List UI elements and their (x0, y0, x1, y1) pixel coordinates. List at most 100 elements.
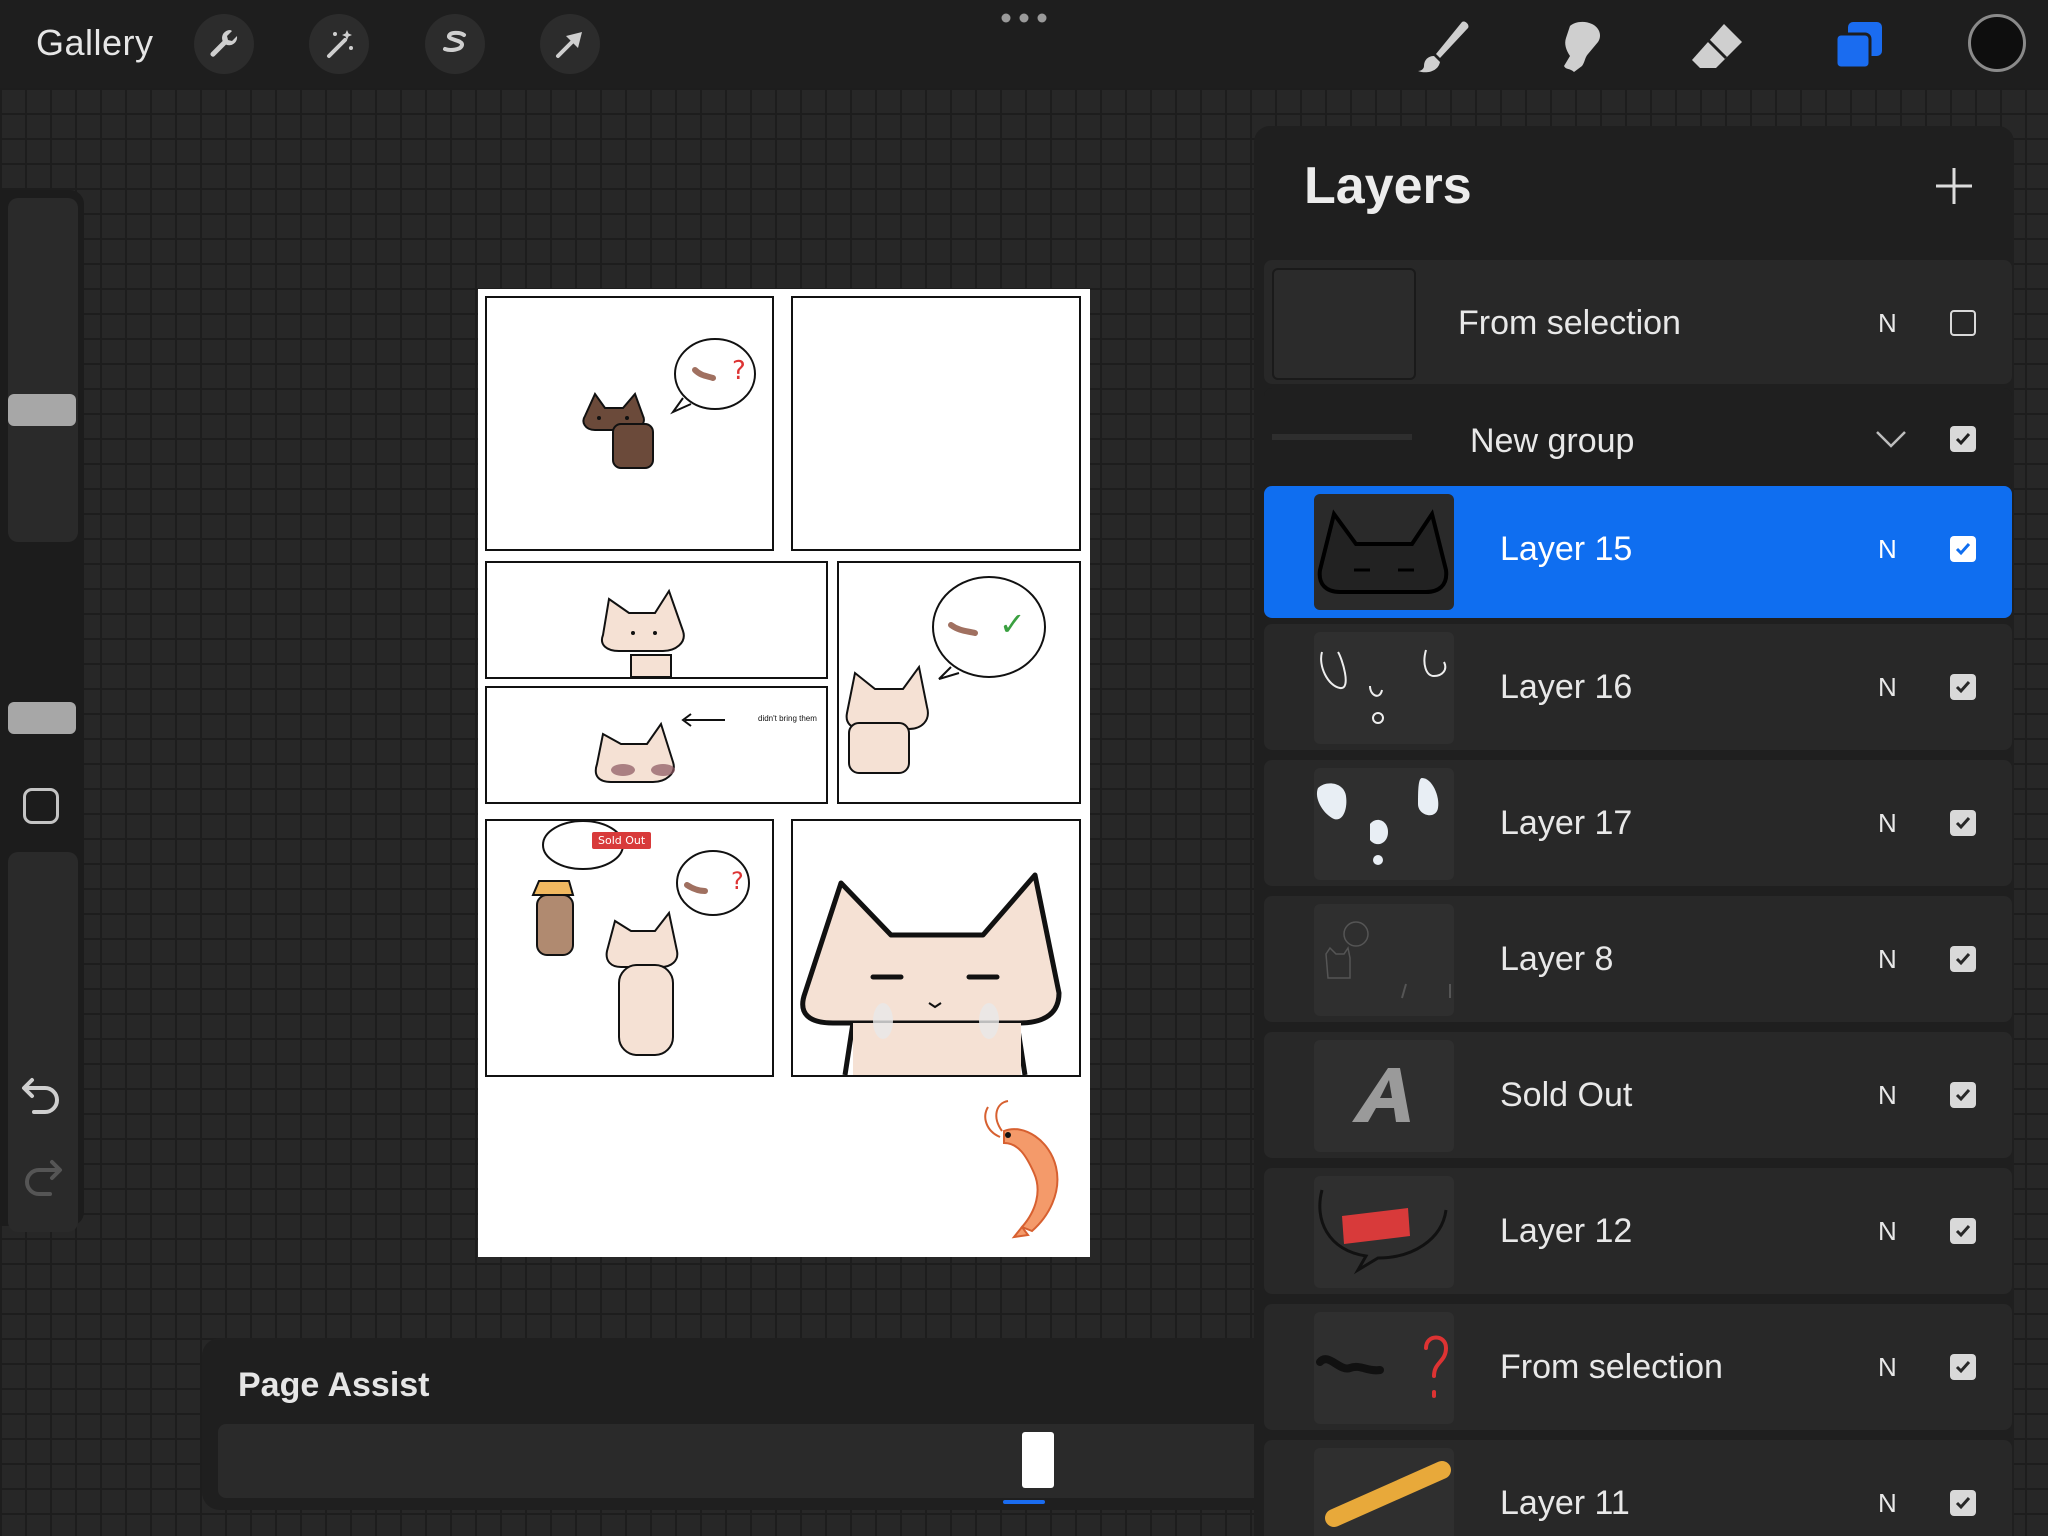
text-a-icon (1352, 1068, 1410, 1122)
blend-mode-button[interactable]: N (1878, 808, 1897, 839)
opacity-handle[interactable] (8, 702, 76, 734)
transform-button[interactable] (540, 14, 600, 74)
page-thumbnail[interactable] (1022, 1432, 1054, 1488)
transform-arrow-icon (556, 32, 582, 58)
comic-panel-5: ✓ (837, 561, 1081, 804)
gallery-button[interactable]: Gallery (36, 22, 154, 64)
blend-mode-button[interactable]: N (1878, 1080, 1897, 1111)
layer-thumbnail (1314, 1448, 1454, 1536)
blend-mode-button[interactable]: N (1878, 1352, 1897, 1383)
layer-name: From selection (1458, 304, 1681, 342)
color-picker-button[interactable] (1968, 14, 2026, 72)
layer-thumbnail (1314, 904, 1454, 1016)
question-mark-text: ? (731, 867, 744, 895)
cream-cat-illustration (601, 588, 685, 678)
comic-panel-3 (485, 561, 828, 679)
eraser-icon[interactable] (1686, 14, 1750, 78)
brush-icon[interactable] (1410, 14, 1474, 78)
comic-panel-7 (791, 819, 1081, 1077)
top-toolbar: Gallery (0, 0, 2048, 88)
layer-row[interactable]: Layer 16 N (1264, 624, 2012, 750)
layer-name: Layer 12 (1500, 1212, 1633, 1250)
layer-thumbnail (1272, 268, 1416, 380)
more-options-icon[interactable] (1000, 12, 1048, 24)
modify-button[interactable] (23, 788, 59, 824)
selection-icon (443, 30, 466, 52)
comic-artwork[interactable]: ? didn't bring them ✓ Sold Out ? (478, 289, 1090, 1257)
chevron-down-icon[interactable] (1874, 428, 1908, 450)
question-mark-text: ? (732, 356, 746, 386)
brush-size-handle[interactable] (8, 394, 76, 426)
undo-icon[interactable] (20, 1074, 64, 1114)
layer-row[interactable]: Layer 17 N (1264, 760, 2012, 886)
layer-thumbnail (1314, 1312, 1454, 1424)
page-strip[interactable] (218, 1424, 1272, 1498)
comic-panel-6: Sold Out ? (485, 819, 774, 1077)
group-name: New group (1470, 422, 1635, 460)
blend-mode-button[interactable]: N (1878, 944, 1897, 975)
layer-row[interactable]: Sold Out N (1264, 1032, 2012, 1158)
wrench-icon (210, 30, 238, 57)
shrimp-illustration (984, 1100, 1059, 1239)
visibility-checkbox[interactable] (1950, 1354, 1976, 1380)
group-row[interactable]: New group (1264, 388, 2012, 492)
layer-name: Sold Out (1500, 1076, 1633, 1114)
caption-text: didn't bring them (758, 714, 817, 723)
visibility-checkbox[interactable] (1950, 674, 1976, 700)
blend-mode-button[interactable]: N (1878, 1488, 1897, 1519)
page-assist-title: Page Assist (238, 1366, 430, 1404)
blend-mode-button[interactable]: N (1878, 308, 1897, 339)
layer-row[interactable]: Layer 11 N (1264, 1440, 2012, 1536)
blend-mode-button[interactable]: N (1878, 534, 1897, 565)
layer-thumbnail (1314, 632, 1454, 744)
adjustments-button[interactable] (309, 14, 369, 74)
layer-name: Layer 11 (1500, 1484, 1630, 1522)
layer-name: Layer 8 (1500, 940, 1614, 978)
visibility-checkbox[interactable] (1950, 1082, 1976, 1108)
smudge-icon[interactable] (1548, 14, 1612, 78)
happy-cat-illustration (845, 576, 1046, 774)
layer-row[interactable]: From selection N (1264, 260, 2012, 384)
layers-panel: Layers From selection N New group Layer … (1254, 126, 2014, 1536)
redo-icon[interactable] (20, 1156, 64, 1196)
text-layer-thumbnail (1314, 1040, 1454, 1152)
actions-button[interactable] (194, 14, 254, 74)
layer-row[interactable]: From selection N (1264, 1304, 2012, 1430)
comic-panel-4: didn't bring them (485, 686, 828, 804)
blend-mode-button[interactable]: N (1878, 1216, 1897, 1247)
add-layer-icon[interactable] (1932, 164, 1976, 208)
visibility-checkbox[interactable] (1950, 426, 1976, 452)
layer-row[interactable]: Layer 12 N (1264, 1168, 2012, 1294)
page-indicator (1003, 1500, 1045, 1504)
layer-name: From selection (1500, 1348, 1723, 1386)
layer-row-selected[interactable]: Layer 15 N (1264, 486, 2012, 618)
visibility-checkbox[interactable] (1950, 946, 1976, 972)
visibility-checkbox[interactable] (1950, 1218, 1976, 1244)
layer-thumbnail (1314, 768, 1454, 880)
left-sidebar (0, 190, 84, 1232)
layer-thumbnail (1314, 494, 1454, 610)
visibility-checkbox[interactable] (1950, 536, 1976, 562)
sold-out-badge: Sold Out (592, 832, 652, 849)
comic-panel-1: ? (485, 296, 774, 551)
sad-cat-closeup-illustration (800, 872, 1062, 1076)
page-assist-panel: Page Assist (202, 1338, 1272, 1510)
visibility-checkbox[interactable] (1950, 310, 1976, 336)
layer-name: Layer 17 (1500, 804, 1633, 842)
layer-row[interactable]: Layer 8 N (1264, 896, 2012, 1022)
blend-mode-button[interactable]: N (1878, 672, 1897, 703)
layers-icon[interactable] (1826, 14, 1890, 78)
brush-size-slider[interactable] (8, 198, 78, 542)
comic-panel-2 (791, 296, 1081, 551)
crying-cat-illustration (594, 713, 725, 783)
layer-name: Layer 16 (1500, 668, 1633, 706)
magic-wand-icon (327, 30, 353, 58)
visibility-checkbox[interactable] (1950, 810, 1976, 836)
layer-thumbnail (1314, 1176, 1454, 1288)
brown-cat-illustration (582, 338, 756, 469)
layers-title: Layers (1304, 157, 1472, 215)
visibility-checkbox[interactable] (1950, 1490, 1976, 1516)
check-mark-text: ✓ (999, 605, 1026, 643)
hat-cat-illustration (531, 820, 750, 1056)
selection-button[interactable] (425, 14, 485, 74)
